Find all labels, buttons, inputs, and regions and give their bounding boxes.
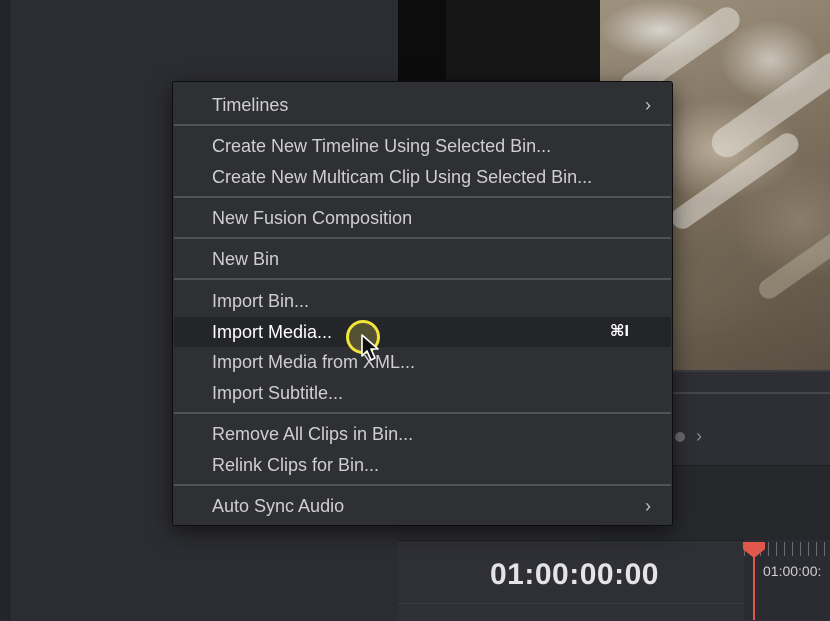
menu-item-relink-clips[interactable]: Relink Clips for Bin... <box>174 450 671 480</box>
menu-separator <box>174 278 671 280</box>
menu-item-label: Import Subtitle... <box>212 383 344 403</box>
menu-item-new-bin[interactable]: New Bin <box>174 244 671 274</box>
ruler-timecode-label: 01:00:00: <box>763 563 822 579</box>
menu-item-import-media[interactable]: Import Media... ⌘I <box>174 317 671 347</box>
image-highlight <box>755 217 830 303</box>
context-menu: Timelines › Create New Timeline Using Se… <box>172 81 673 526</box>
chevron-right-icon: › <box>645 95 651 115</box>
menu-item-auto-sync-audio[interactable]: Auto Sync Audio › <box>174 491 671 521</box>
menu-separator <box>174 196 671 198</box>
menu-item-import-media-from-xml[interactable]: Import Media from XML... <box>174 347 671 377</box>
chevron-right-icon[interactable]: › <box>696 426 702 446</box>
menu-item-import-subtitle[interactable]: Import Subtitle... <box>174 378 671 408</box>
menu-separator <box>174 124 671 126</box>
menu-separator <box>174 412 671 414</box>
menu-item-timelines[interactable]: Timelines › <box>174 90 671 120</box>
menu-item-label: Import Bin... <box>212 291 310 311</box>
playhead-line[interactable] <box>753 556 755 620</box>
menu-item-label: Remove All Clips in Bin... <box>212 424 414 444</box>
media-pool-sidebar <box>0 0 10 620</box>
scrub-handle-icon[interactable] <box>675 432 685 442</box>
menu-item-import-bin[interactable]: Import Bin... <box>174 286 671 316</box>
menu-item-label: Auto Sync Audio <box>212 496 345 516</box>
menu-separator <box>174 484 671 486</box>
menu-item-new-fusion-composition[interactable]: New Fusion Composition <box>174 203 671 233</box>
timeline-timecode: 01:00:00:00 <box>490 558 659 591</box>
menu-item-label: New Fusion Composition <box>212 208 413 228</box>
menu-item-label: Timelines <box>212 95 289 115</box>
keyboard-shortcut: ⌘I <box>609 323 629 340</box>
menu-item-create-multicam-clip[interactable]: Create New Multicam Clip Using Selected … <box>174 162 671 192</box>
menu-item-remove-all-clips[interactable]: Remove All Clips in Bin... <box>174 419 671 449</box>
mouse-cursor-icon <box>361 334 379 361</box>
menu-item-label: Create New Multicam Clip Using Selected … <box>212 167 593 187</box>
source-viewer-top <box>446 0 600 80</box>
menu-item-label: Import Media from XML... <box>212 352 416 372</box>
menu-item-label: Import Media... <box>212 322 333 342</box>
chevron-right-icon: › <box>645 496 651 516</box>
menu-separator <box>174 237 671 239</box>
menu-item-label: Relink Clips for Bin... <box>212 455 380 475</box>
menu-item-label: Create New Timeline Using Selected Bin..… <box>212 136 552 156</box>
menu-item-label: New Bin <box>212 249 280 269</box>
menu-item-create-new-timeline[interactable]: Create New Timeline Using Selected Bin..… <box>174 131 671 161</box>
